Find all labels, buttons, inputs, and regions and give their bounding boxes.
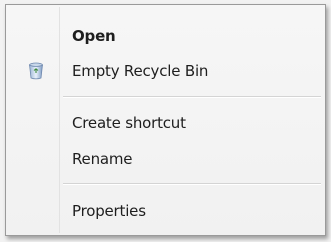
context-menu: Open Empty Recycle Bin Create shortcut R…: [5, 4, 326, 236]
menu-item-open[interactable]: Open: [8, 21, 323, 51]
menu-item-label: Rename: [72, 150, 133, 168]
menu-separator: [63, 183, 321, 185]
menu-item-label: Create shortcut: [72, 114, 186, 132]
menu-item-rename[interactable]: Rename: [8, 144, 323, 174]
menu-separator: [63, 96, 321, 98]
menu-item-label: Open: [72, 27, 116, 45]
menu-item-create-shortcut[interactable]: Create shortcut: [8, 108, 323, 138]
menu-item-label: Properties: [72, 202, 146, 220]
menu-item-label: Empty Recycle Bin: [72, 62, 209, 80]
recycle-bin-icon: [28, 62, 44, 80]
menu-item-properties[interactable]: Properties: [8, 196, 323, 226]
menu-item-empty-recycle-bin[interactable]: Empty Recycle Bin: [8, 56, 323, 86]
